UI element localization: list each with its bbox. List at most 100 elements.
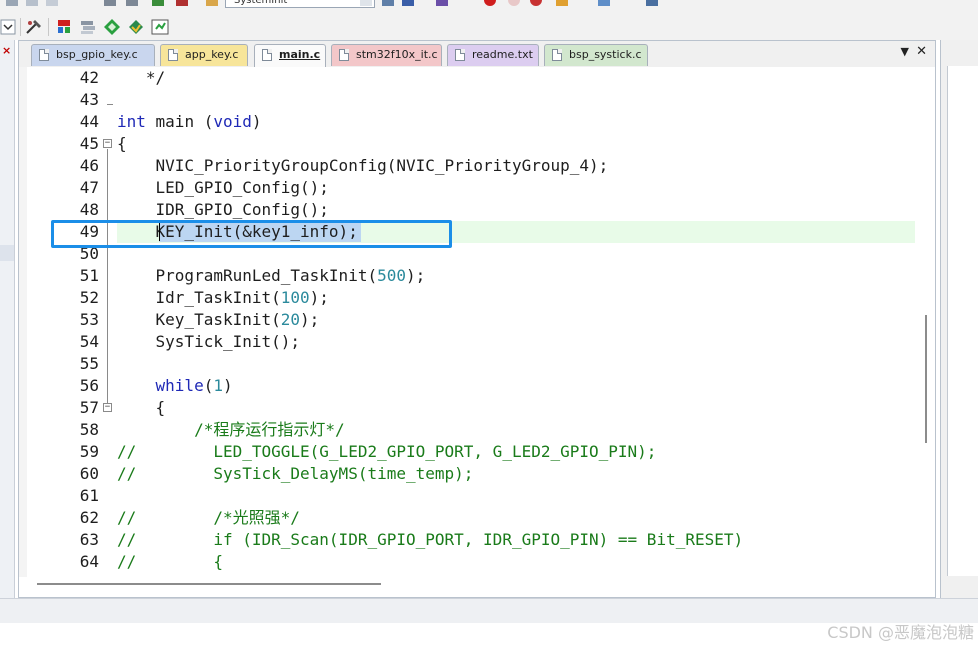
indent-icon[interactable] [6, 0, 18, 6]
code-line[interactable]: // LED_TOGGLE(G_LED2_GPIO_PORT, G_LED2_G… [117, 441, 656, 463]
code-line[interactable]: Idr_TaskInit(100); [117, 287, 329, 309]
breakpoint-kill-icon[interactable] [530, 0, 542, 6]
line-number: 57 [79, 398, 99, 417]
vertical-scroll-thumb[interactable] [925, 315, 927, 443]
line-number: 60 [79, 464, 99, 483]
window-layout-icon[interactable] [598, 0, 610, 6]
tab-bsp-gpio-key[interactable]: bsp_gpio_key.c [31, 44, 155, 66]
bookmark-icon[interactable] [152, 0, 164, 6]
code-line[interactable]: IDR_GPIO_Config(); [117, 199, 329, 221]
line-number: 47 [79, 178, 99, 197]
find-next-icon[interactable] [402, 0, 414, 6]
fold-toggle-icon[interactable]: − [103, 139, 112, 148]
code-line[interactable]: Key_TaskInit(20); [117, 309, 320, 331]
tab-label: readme.txt [472, 48, 533, 61]
horizontal-scroll-thumb[interactable] [37, 583, 381, 585]
code-line[interactable]: // /*光照强*/ [117, 507, 300, 529]
code-line[interactable]: // SysTick_DelayMS(time_temp); [117, 463, 473, 485]
code-line[interactable]: { [117, 397, 166, 419]
format-icon[interactable] [104, 0, 116, 6]
right-panel-edge [940, 40, 978, 598]
line-number: 54 [79, 332, 99, 351]
file-icon [339, 49, 349, 61]
code-line[interactable]: int main (void) [117, 111, 262, 133]
line-number: 52 [79, 288, 99, 307]
breakpoint-icon[interactable] [484, 0, 496, 6]
function-combo[interactable]: SystemInit [225, 0, 375, 8]
file-icon [39, 49, 49, 61]
line-number: 48 [79, 200, 99, 219]
tab-label: main.c [279, 48, 321, 61]
code-line[interactable]: // { [117, 551, 223, 573]
right-panel-content [947, 66, 978, 576]
line-number: 43 [79, 90, 99, 109]
tab-main[interactable]: main.c [254, 44, 326, 67]
line-number: 56 [79, 376, 99, 395]
line-number: 51 [79, 266, 99, 285]
outdent-icon[interactable] [26, 0, 38, 6]
editor-gutter [19, 67, 27, 577]
code-line[interactable]: { [117, 133, 127, 155]
layers-icon[interactable] [78, 17, 98, 37]
line-number: 46 [79, 156, 99, 175]
line-number-gutter: 42 43 44 45 46 47 48 49 50 51 52 53 54 55 56 57 58 59 60 61… [27, 67, 101, 577]
tab-readme[interactable]: readme.txt [447, 44, 539, 66]
toolbar-top: SystemInit [0, 0, 978, 15]
tab-app-key[interactable]: app_key.c [160, 44, 248, 66]
component-icon[interactable] [54, 17, 74, 37]
chevron-down-icon[interactable] [0, 17, 16, 37]
tab-bsp-systick[interactable]: bsp_systick.c [544, 44, 648, 66]
pack-installer-icon[interactable] [126, 17, 146, 37]
code-line[interactable]: /*程序运行指示灯*/ [117, 419, 345, 441]
toolbar-separator [20, 18, 21, 36]
fold-end [107, 104, 113, 105]
project-selection-marker [0, 245, 14, 261]
line-number: 58 [79, 420, 99, 439]
code-line[interactable]: LED_GPIO_Config(); [117, 177, 329, 199]
vertical-scrollbar[interactable] [915, 67, 935, 577]
configure-icon[interactable] [24, 17, 44, 37]
file-icon [168, 49, 178, 61]
file-icon [552, 49, 562, 61]
file-tabs: bsp_gpio_key.c app_key.c main.c stm32f10… [19, 41, 935, 68]
tab-close-icon[interactable]: ✕ [916, 44, 927, 59]
tab-label: bsp_systick.c [569, 48, 642, 61]
diamond-icon[interactable] [102, 17, 122, 37]
code-editor[interactable]: 42 43 44 45 46 47 48 49 50 51 52 53 54 55 56 57 58 59 60 61… [19, 67, 935, 577]
debug-icon[interactable] [556, 0, 568, 6]
close-icon[interactable]: × [2, 44, 11, 57]
code-line[interactable]: NVIC_PriorityGroupConfig(NVIC_PriorityGr… [117, 155, 609, 177]
folder-icon[interactable] [206, 0, 218, 6]
tab-label: app_key.c [185, 48, 239, 61]
line-number: 64 [79, 552, 99, 571]
tools-icon[interactable] [646, 0, 658, 6]
tab-label: stm32f10x_it.c [356, 48, 438, 61]
toolbar-build [0, 14, 978, 40]
code-line[interactable]: while(1) [117, 375, 233, 397]
tab-menu-icon[interactable]: ▼ [901, 45, 909, 58]
find-icon[interactable] [382, 0, 394, 6]
line-number: 42 [79, 68, 99, 87]
code-line[interactable]: SysTick_Init(); [117, 331, 301, 353]
horizontal-scrollbar[interactable] [19, 577, 935, 597]
project-panel-edge: × [0, 40, 15, 598]
file-icon [262, 49, 272, 61]
code-line[interactable]: */ [117, 67, 165, 89]
line-number: 44 [79, 112, 99, 131]
comment-icon[interactable] [46, 0, 58, 6]
file-icon [455, 49, 465, 61]
combo-dropdown-icon[interactable] [360, 0, 372, 6]
line-number: 45 [79, 134, 99, 153]
line-number: 61 [79, 486, 99, 505]
format2-icon[interactable] [126, 0, 138, 6]
manage-run-icon[interactable] [150, 17, 170, 37]
code-line[interactable]: ProgramRunLed_TaskInit(500); [117, 265, 426, 287]
fold-toggle-icon[interactable]: − [103, 403, 112, 412]
breakpoint-disable-icon[interactable] [508, 0, 520, 6]
line-number: 53 [79, 310, 99, 329]
search-icon[interactable] [436, 0, 448, 6]
tab-stm32f10x-it[interactable]: stm32f10x_it.c [331, 44, 442, 66]
watermark: CSDN @恶魔泡泡糖 [827, 623, 974, 642]
code-line[interactable]: // if (IDR_Scan(IDR_GPIO_PORT, IDR_GPIO_… [117, 529, 743, 551]
bookmark-clear-icon[interactable] [176, 0, 188, 6]
